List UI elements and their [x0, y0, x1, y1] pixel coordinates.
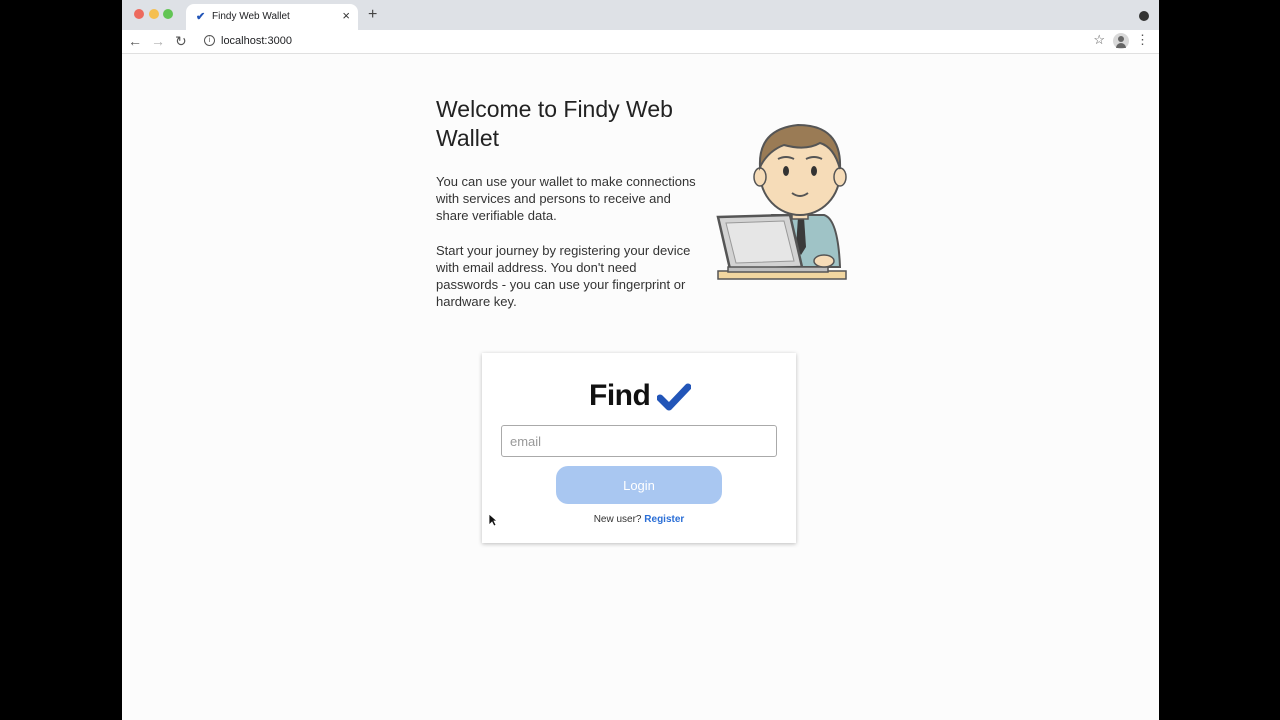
browser-menu-icon[interactable]: ⋮ — [1136, 32, 1149, 48]
url-text[interactable]: localhost:3000 — [221, 35, 292, 47]
findy-logo-text: Find — [589, 379, 651, 412]
new-user-text: New user? — [593, 514, 642, 525]
page-title: Welcome to Findy Web Wallet — [436, 96, 673, 151]
maximize-window-button[interactable] — [163, 9, 173, 19]
browser-toolbar: ← → ↻ i localhost:3000 ☆ ⋮ — [122, 30, 1159, 54]
tab-findy-web-wallet[interactable]: ✔ Findy Web Wallet × — [186, 4, 358, 30]
new-user-row: New user? Register — [482, 514, 796, 525]
browser-window: ✔ Findy Web Wallet × + ← → ↻ i localhost… — [122, 0, 1159, 720]
minimize-window-button[interactable] — [149, 9, 159, 19]
site-info-icon[interactable]: i — [204, 35, 215, 46]
tab-strip: ✔ Findy Web Wallet × + — [122, 0, 1159, 30]
email-input[interactable] — [501, 425, 777, 457]
findy-check-icon: ✔ — [196, 11, 206, 23]
register-link[interactable]: Register — [644, 514, 684, 525]
page-content: Welcome to Findy Web Wallet You can use … — [122, 55, 1159, 720]
intro-paragraph: You can use your wallet to make connecti… — [436, 174, 696, 223]
tab-title: Findy Web Wallet — [212, 11, 290, 22]
address-bar[interactable]: i localhost:3000 — [198, 31, 1128, 51]
findy-check-icon — [657, 383, 691, 411]
man-with-laptop-illustration — [716, 123, 847, 280]
login-card: Find Login New user? Register — [482, 353, 796, 543]
bookmark-star-icon[interactable]: ☆ — [1093, 32, 1105, 48]
tab-search-icon[interactable] — [1139, 11, 1149, 21]
forward-button[interactable]: → — [151, 32, 165, 50]
mouse-cursor-icon — [488, 513, 498, 527]
profile-avatar-icon[interactable] — [1113, 33, 1129, 49]
close-tab-icon[interactable]: × — [342, 9, 350, 22]
reload-button[interactable]: ↻ — [175, 32, 187, 50]
close-window-button[interactable] — [134, 9, 144, 19]
login-button[interactable]: Login — [556, 466, 722, 504]
findy-logo: Find — [589, 379, 691, 412]
intro-paragraph-2: Start your journey by registering your d… — [436, 243, 691, 309]
back-button[interactable]: ← — [128, 32, 142, 50]
new-tab-button[interactable]: + — [368, 6, 377, 24]
